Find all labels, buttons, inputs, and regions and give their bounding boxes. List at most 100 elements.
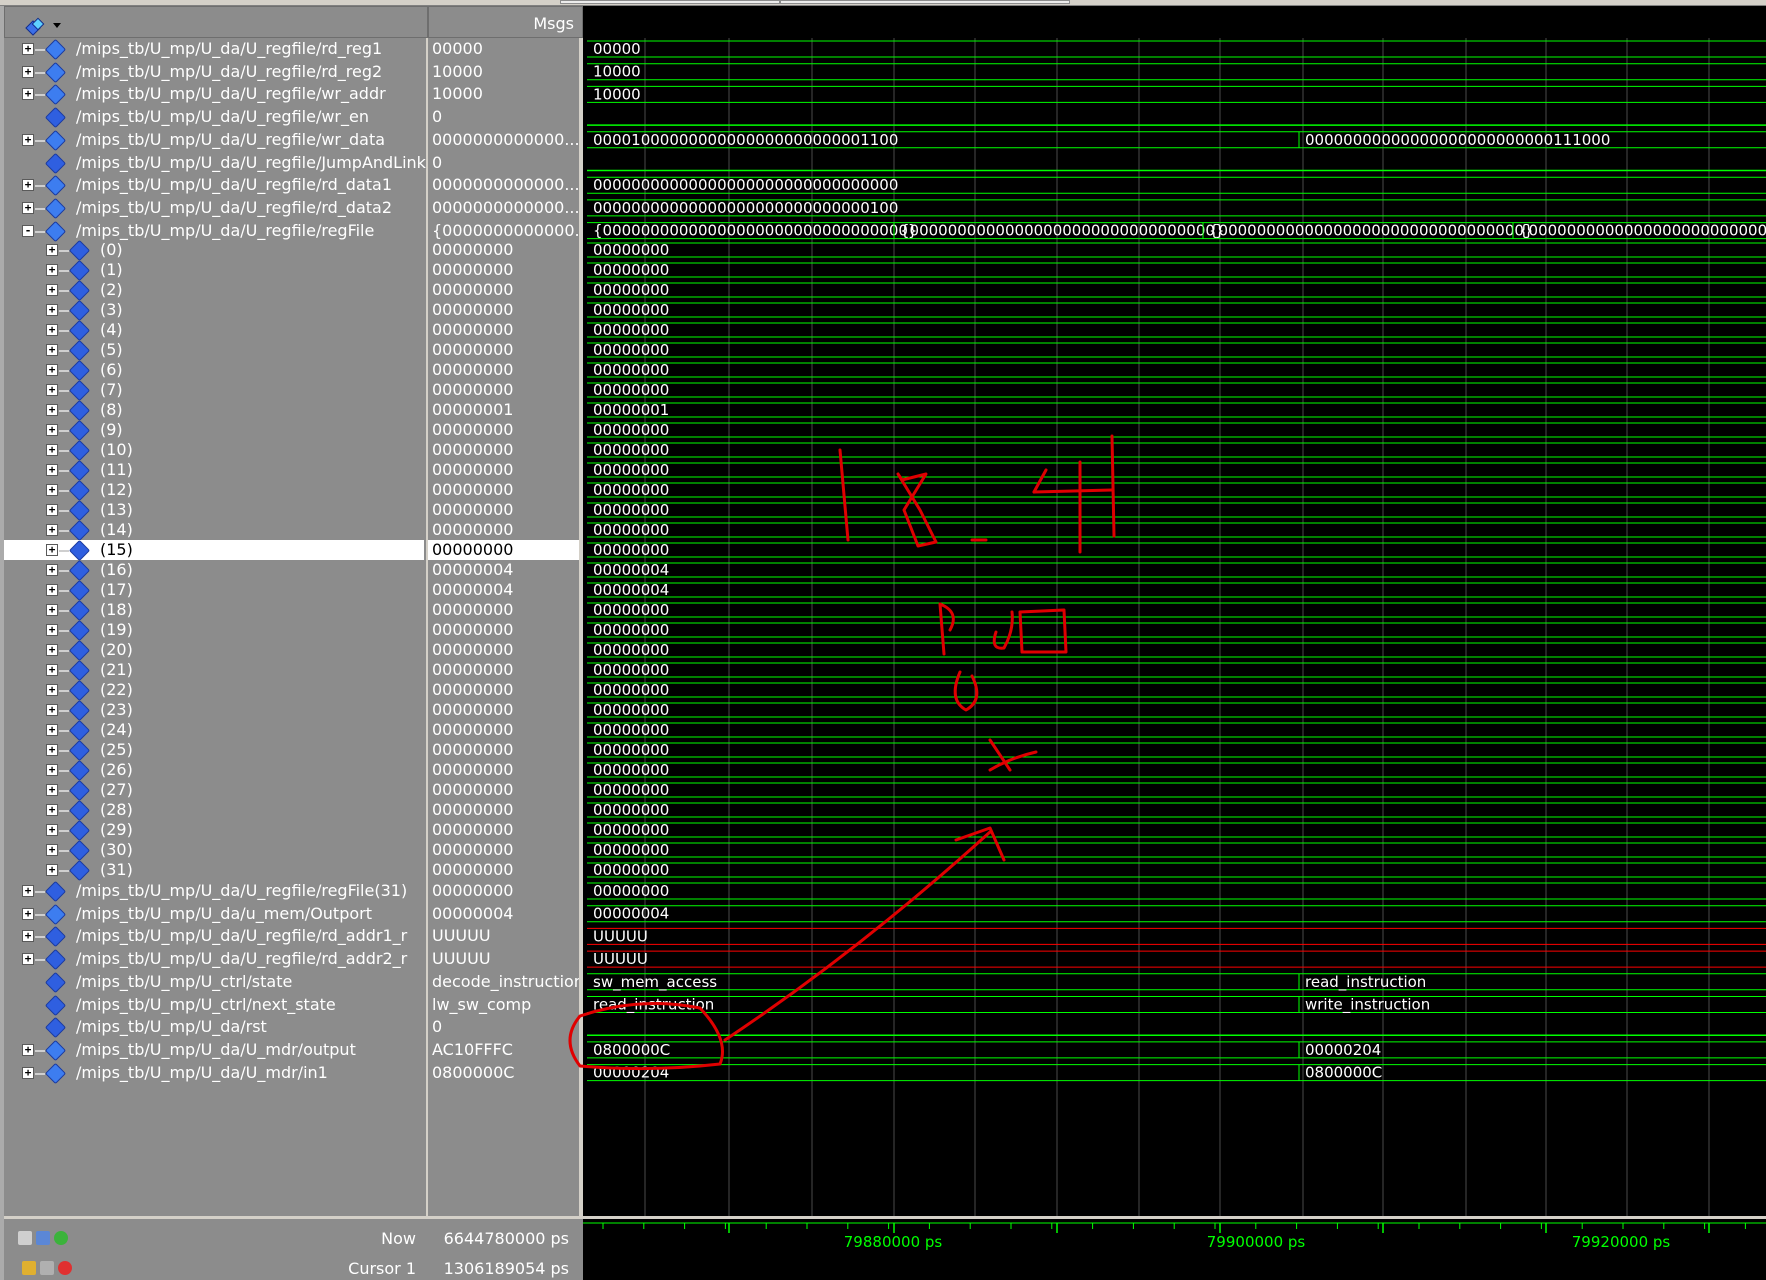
signal-row[interactable]: -/mips_tb/U_mp/U_da/U_regfile/regFile <box>4 220 424 242</box>
signal-row[interactable]: /mips_tb/U_mp/U_da/U_regfile/wr_en <box>4 106 424 129</box>
signal-row[interactable]: + (14) <box>4 519 424 542</box>
expand-icon[interactable]: + <box>22 179 34 192</box>
signal-row[interactable]: + /mips_tb/U_mp/U_da/U_regfile/rd_addr1_r <box>4 925 424 948</box>
signal-row[interactable]: + /mips_tb/U_mp/U_da/U_mdr/in1 <box>4 1062 424 1084</box>
toolbar-tab[interactable] <box>560 0 780 4</box>
expand-icon[interactable]: + <box>46 364 58 376</box>
signal-row[interactable]: + (26) <box>4 759 424 782</box>
expand-icon[interactable]: + <box>22 65 34 78</box>
expand-icon[interactable]: + <box>46 404 58 416</box>
signal-row[interactable]: + /mips_tb/U_mp/U_da/u_mem/Outport <box>4 903 424 925</box>
expand-icon[interactable]: + <box>22 907 34 920</box>
expand-icon[interactable]: + <box>22 88 34 101</box>
chevron-down-icon[interactable] <box>53 23 61 28</box>
signal-row[interactable]: + (6) <box>4 359 424 382</box>
signal-row[interactable]: + (9) <box>4 419 424 442</box>
expand-icon[interactable]: + <box>46 504 58 516</box>
signal-row[interactable]: + /mips_tb/U_mp/U_da/U_regfile/rd_data2 <box>4 197 424 219</box>
signal-row[interactable]: + (15) <box>4 539 424 562</box>
wrench-icon[interactable] <box>40 1261 54 1275</box>
expand-icon[interactable]: + <box>46 524 58 536</box>
signal-row[interactable]: + (20) <box>4 639 424 662</box>
expand-icon[interactable]: + <box>46 564 58 576</box>
signal-row[interactable]: + (3) <box>4 299 424 322</box>
signal-row[interactable]: + (25) <box>4 739 424 762</box>
expand-icon[interactable]: + <box>46 624 58 636</box>
signal-row[interactable]: /mips_tb/U_mp/U_ctrl/next_state <box>4 994 424 1016</box>
signal-row[interactable]: + (2) <box>4 279 424 302</box>
expand-icon[interactable]: + <box>46 424 58 436</box>
expand-icon[interactable]: + <box>46 384 58 396</box>
signal-row[interactable]: + /mips_tb/U_mp/U_da/U_regfile/wr_addr <box>4 83 424 106</box>
signal-row[interactable]: + (4) <box>4 319 424 342</box>
expand-icon[interactable]: + <box>46 464 58 476</box>
signal-row[interactable]: + (8) <box>4 399 424 422</box>
remove-icon[interactable] <box>58 1261 72 1275</box>
signal-row[interactable]: + (1) <box>4 259 424 282</box>
expand-icon[interactable]: + <box>22 930 34 943</box>
expand-icon[interactable]: + <box>46 804 58 816</box>
signal-row[interactable]: + (0) <box>4 239 424 262</box>
signal-row[interactable]: + (18) <box>4 599 424 622</box>
signal-row[interactable]: + (29) <box>4 819 424 842</box>
expand-icon[interactable]: + <box>46 684 58 696</box>
signal-row[interactable]: + (10) <box>4 439 424 462</box>
expand-icon[interactable]: + <box>22 201 34 214</box>
expand-icon[interactable]: + <box>46 764 58 776</box>
expand-icon[interactable]: + <box>46 344 58 356</box>
signal-row[interactable]: + (28) <box>4 799 424 822</box>
signal-row[interactable]: + (11) <box>4 459 424 482</box>
signal-row[interactable]: + (16) <box>4 559 424 582</box>
expand-icon[interactable]: + <box>46 244 58 256</box>
toolbar-tab[interactable] <box>780 0 1070 4</box>
expand-icon[interactable]: + <box>46 844 58 856</box>
signal-row[interactable]: + /mips_tb/U_mp/U_da/U_regfile/rd_data1 <box>4 174 424 197</box>
expand-icon[interactable]: + <box>46 604 58 616</box>
lock-icon[interactable] <box>22 1261 36 1275</box>
expand-icon[interactable]: + <box>46 784 58 796</box>
expand-icon[interactable]: + <box>46 264 58 276</box>
expand-icon[interactable]: + <box>46 304 58 316</box>
signal-row[interactable]: + /mips_tb/U_mp/U_da/U_mdr/output <box>4 1039 424 1061</box>
expand-icon[interactable]: + <box>22 953 34 966</box>
expand-icon[interactable]: + <box>22 43 34 55</box>
signal-row[interactable]: + (21) <box>4 659 424 682</box>
now-tools-icon[interactable] <box>18 1231 32 1245</box>
expand-icon[interactable]: + <box>22 1066 34 1079</box>
signal-row[interactable]: + (31) <box>4 859 424 882</box>
signal-row[interactable]: + (5) <box>4 339 424 362</box>
signal-row[interactable]: + (19) <box>4 619 424 642</box>
collapse-icon[interactable]: - <box>22 224 34 237</box>
signal-row[interactable]: /mips_tb/U_mp/U_da/U_regfile/JumpAndLink <box>4 152 426 174</box>
signal-row[interactable]: + /mips_tb/U_mp/U_da/U_regfile/rd_reg1 <box>4 38 424 61</box>
expand-icon[interactable]: + <box>22 885 34 897</box>
expand-icon[interactable]: + <box>46 584 58 596</box>
signal-row[interactable]: + (17) <box>4 579 424 602</box>
signal-row[interactable]: + /mips_tb/U_mp/U_da/U_regfile/regFile(31… <box>4 880 424 903</box>
signal-row[interactable]: + /mips_tb/U_mp/U_da/U_regfile/wr_data <box>4 129 424 151</box>
expand-icon[interactable]: + <box>46 484 58 496</box>
signal-row[interactable]: + (23) <box>4 699 424 722</box>
signal-row[interactable]: + (27) <box>4 779 424 802</box>
expand-icon[interactable]: + <box>46 324 58 336</box>
signal-row[interactable]: + (24) <box>4 719 424 742</box>
expand-icon[interactable]: + <box>46 744 58 756</box>
expand-icon[interactable]: + <box>46 444 58 456</box>
expand-icon[interactable]: + <box>46 824 58 836</box>
add-icon[interactable] <box>54 1231 68 1245</box>
signal-row[interactable]: /mips_tb/U_mp/U_ctrl/state <box>4 971 424 993</box>
signal-row[interactable]: + (7) <box>4 379 424 402</box>
time-ruler[interactable]: 79880000 ps 79900000 ps 79920000 ps <box>583 1216 1766 1280</box>
expand-icon[interactable]: + <box>22 133 34 146</box>
expand-icon[interactable]: + <box>46 284 58 296</box>
expand-icon[interactable]: + <box>46 704 58 716</box>
expand-icon[interactable]: + <box>46 644 58 656</box>
expand-icon[interactable]: + <box>46 724 58 736</box>
signal-row[interactable]: + (22) <box>4 679 424 702</box>
expand-icon[interactable]: + <box>46 864 58 876</box>
signal-row[interactable]: /mips_tb/U_mp/U_da/rst <box>4 1016 424 1039</box>
signal-row[interactable]: + (12) <box>4 479 424 502</box>
signal-row[interactable]: + /mips_tb/U_mp/U_da/U_regfile/rd_reg2 <box>4 61 424 83</box>
expand-icon[interactable]: + <box>22 1043 34 1056</box>
signal-row[interactable]: + (30) <box>4 839 424 862</box>
